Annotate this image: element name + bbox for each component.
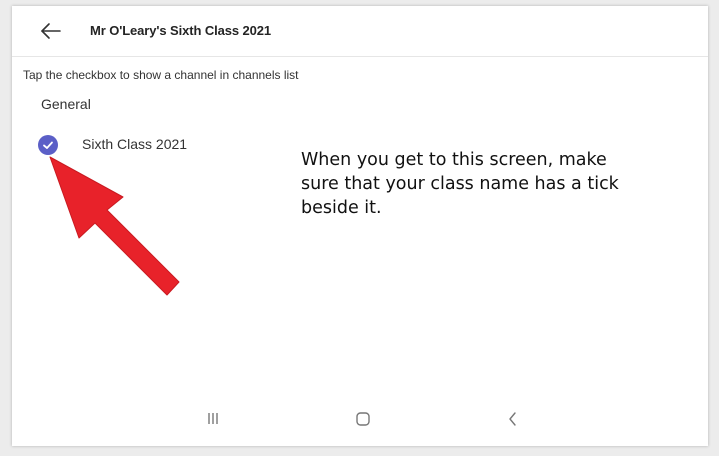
home-icon [356,412,370,426]
system-nav-bar [12,392,708,446]
recent-apps-icon [208,413,218,424]
home-button[interactable] [352,408,374,430]
recent-apps-button[interactable] [202,408,224,430]
teams-screen: Mr O'Leary's Sixth Class 2021 Tap the ch… [12,6,708,446]
red-arrow-icon [49,156,180,296]
system-back-button[interactable] [502,408,524,430]
back-icon [509,412,516,426]
